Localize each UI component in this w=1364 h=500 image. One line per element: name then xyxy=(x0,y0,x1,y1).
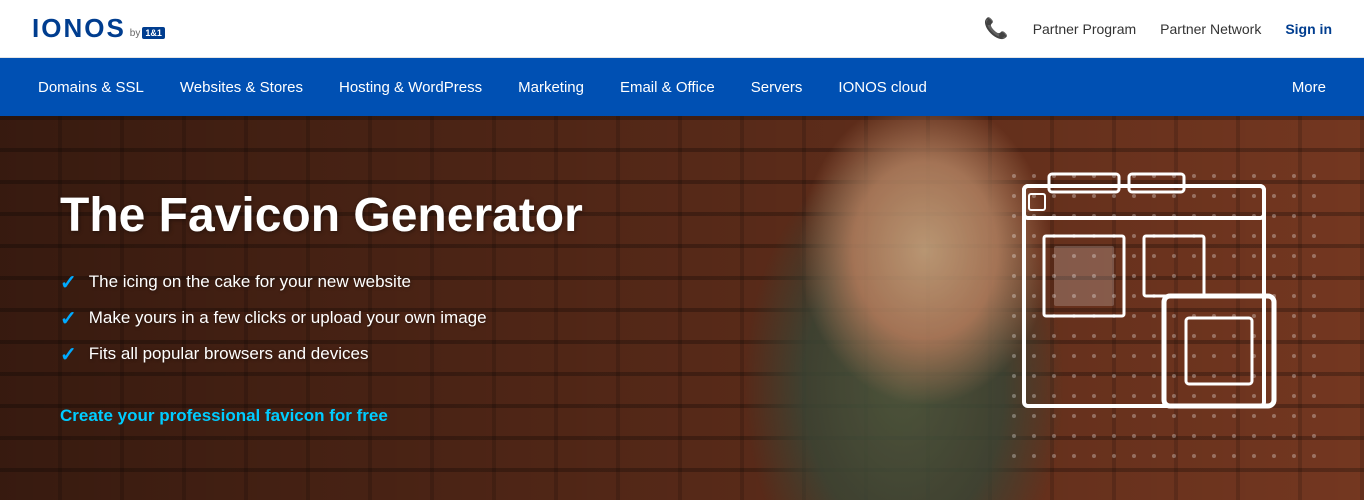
nav-item-servers[interactable]: Servers xyxy=(733,58,821,116)
hero-cta-link[interactable]: Create your professional favicon for fre… xyxy=(60,406,700,426)
top-bar: IONOS by 1&1 📞 Partner Program Partner N… xyxy=(0,0,1364,58)
top-bar-right: 📞 Partner Program Partner Network Sign i… xyxy=(984,16,1332,41)
nav-item-websites[interactable]: Websites & Stores xyxy=(162,58,321,116)
hero-bullet-1: ✓ The icing on the cake for your new web… xyxy=(60,270,700,296)
partner-program-link[interactable]: Partner Program xyxy=(1033,21,1136,37)
check-icon-3: ✓ xyxy=(60,342,77,368)
logo-by: by xyxy=(130,28,141,39)
hero-content: The Favicon Generator ✓ The icing on the… xyxy=(0,116,760,500)
check-icon-1: ✓ xyxy=(60,270,77,296)
partner-network-link[interactable]: Partner Network xyxy=(1160,21,1261,37)
phone-icon: 📞 xyxy=(984,16,1009,41)
bullet-text-1: The icing on the cake for your new websi… xyxy=(89,270,411,294)
logo-badge: 1&1 xyxy=(142,27,165,39)
hero-title: The Favicon Generator xyxy=(60,190,700,243)
nav-item-cloud[interactable]: IONOS cloud xyxy=(820,58,944,116)
bullet-text-2: Make yours in a few clicks or upload you… xyxy=(89,306,487,330)
nav-item-email[interactable]: Email & Office xyxy=(602,58,733,116)
nav-item-marketing[interactable]: Marketing xyxy=(500,58,602,116)
nav-item-hosting[interactable]: Hosting & WordPress xyxy=(321,58,500,116)
signin-link[interactable]: Sign in xyxy=(1285,21,1332,37)
hero-bullet-2: ✓ Make yours in a few clicks or upload y… xyxy=(60,306,700,332)
nav-items: Domains & SSL Websites & Stores Hosting … xyxy=(20,58,1344,116)
check-icon-2: ✓ xyxy=(60,306,77,332)
hero-bullets: ✓ The icing on the cake for your new web… xyxy=(60,270,700,378)
logo-area: IONOS by 1&1 xyxy=(32,13,165,44)
nav-item-more[interactable]: More xyxy=(1274,58,1344,116)
nav-item-domains[interactable]: Domains & SSL xyxy=(20,58,162,116)
hero-bullet-3: ✓ Fits all popular browsers and devices xyxy=(60,342,700,368)
favicon-illustration xyxy=(994,156,1334,476)
main-nav: Domains & SSL Websites & Stores Hosting … xyxy=(0,58,1364,116)
hero-section: The Favicon Generator ✓ The icing on the… xyxy=(0,116,1364,500)
logo: IONOS xyxy=(32,13,126,44)
bullet-text-3: Fits all popular browsers and devices xyxy=(89,342,369,366)
